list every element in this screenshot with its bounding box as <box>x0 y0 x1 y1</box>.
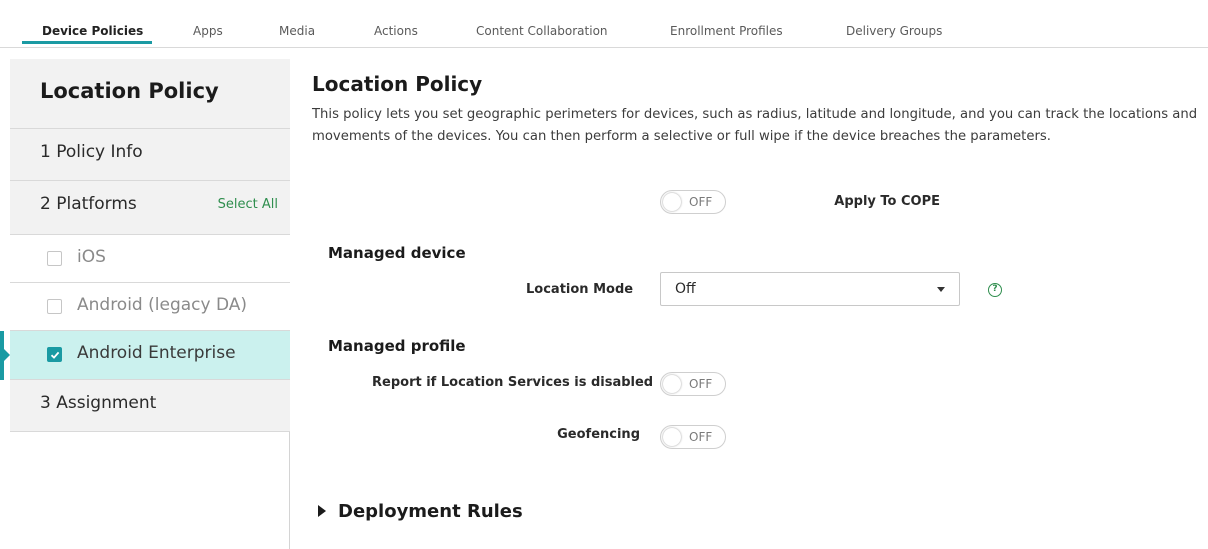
location-mode-label: Location Mode <box>526 282 634 297</box>
tab-delivery-groups[interactable]: Delivery Groups <box>846 0 942 47</box>
checkmark-icon <box>50 351 60 359</box>
managed-profile-heading: Managed profile <box>328 337 466 355</box>
platform-ios-checkbox[interactable] <box>47 251 62 266</box>
managed-device-heading: Managed device <box>328 244 466 262</box>
toggle-state: OFF <box>689 430 713 444</box>
select-all-link[interactable]: Select All <box>218 197 278 212</box>
tab-apps[interactable]: Apps <box>193 0 223 47</box>
policy-wizard-sidebar: Location Policy 1 Policy Info 2 Platform… <box>0 59 290 549</box>
platform-ios[interactable]: iOS <box>10 235 290 283</box>
step-assignment-label: 3 Assignment <box>40 393 157 413</box>
page-title: Location Policy <box>312 72 483 96</box>
platform-android-enterprise-checkbox[interactable] <box>47 347 62 362</box>
toggle-state: OFF <box>689 377 713 391</box>
help-icon[interactable]: ? <box>988 283 1002 297</box>
top-tab-bar: Device Policies Apps Media Actions Conte… <box>0 0 1208 48</box>
active-tab-indicator <box>22 41 152 44</box>
toggle-state: OFF <box>689 195 713 209</box>
platform-android-enterprise[interactable]: Android Enterprise <box>0 331 290 380</box>
page-description: This policy lets you set geographic peri… <box>312 107 1198 144</box>
step-policy-info-label: 1 Policy Info <box>40 142 143 162</box>
location-mode-select[interactable]: Off <box>660 272 960 306</box>
caret-right-icon <box>318 505 326 517</box>
tab-device-policies[interactable]: Device Policies <box>42 0 143 47</box>
tab-actions[interactable]: Actions <box>374 0 418 47</box>
tab-enrollment-profiles[interactable]: Enrollment Profiles <box>670 0 783 47</box>
location-mode-value: Off <box>675 281 696 297</box>
platform-android-legacy-da[interactable]: Android (legacy DA) <box>10 283 290 331</box>
toggle-knob <box>663 428 681 446</box>
deployment-rules-label: Deployment Rules <box>338 501 523 522</box>
apply-to-cope-toggle[interactable]: OFF <box>660 190 726 214</box>
geofencing-label: Geofencing <box>557 427 640 442</box>
tab-media[interactable]: Media <box>279 0 315 47</box>
step-platforms[interactable]: 2 Platforms Select All <box>10 181 290 235</box>
apply-to-cope-label: Apply To COPE <box>834 194 940 209</box>
step-assignment[interactable]: 3 Assignment <box>10 380 290 432</box>
geofencing-toggle[interactable]: OFF <box>660 425 726 449</box>
platform-ios-label: iOS <box>77 247 106 267</box>
tab-content-collaboration[interactable]: Content Collaboration <box>476 0 608 47</box>
toggle-knob <box>663 193 681 211</box>
chevron-down-icon <box>937 287 945 292</box>
step-policy-info[interactable]: 1 Policy Info <box>10 129 290 181</box>
toggle-knob <box>663 375 681 393</box>
platform-android-enterprise-label: Android Enterprise <box>77 343 236 363</box>
sidebar-title-text: Location Policy <box>40 79 219 103</box>
sidebar-title: Location Policy <box>10 59 290 129</box>
selection-arrow-icon <box>4 349 10 361</box>
report-location-disabled-toggle[interactable]: OFF <box>660 372 726 396</box>
platform-android-legacy-da-label: Android (legacy DA) <box>77 295 248 315</box>
step-platforms-label: 2 Platforms <box>40 194 137 214</box>
platform-android-legacy-da-checkbox[interactable] <box>47 299 62 314</box>
report-location-disabled-label: Report if Location Services is disabled <box>372 375 654 390</box>
